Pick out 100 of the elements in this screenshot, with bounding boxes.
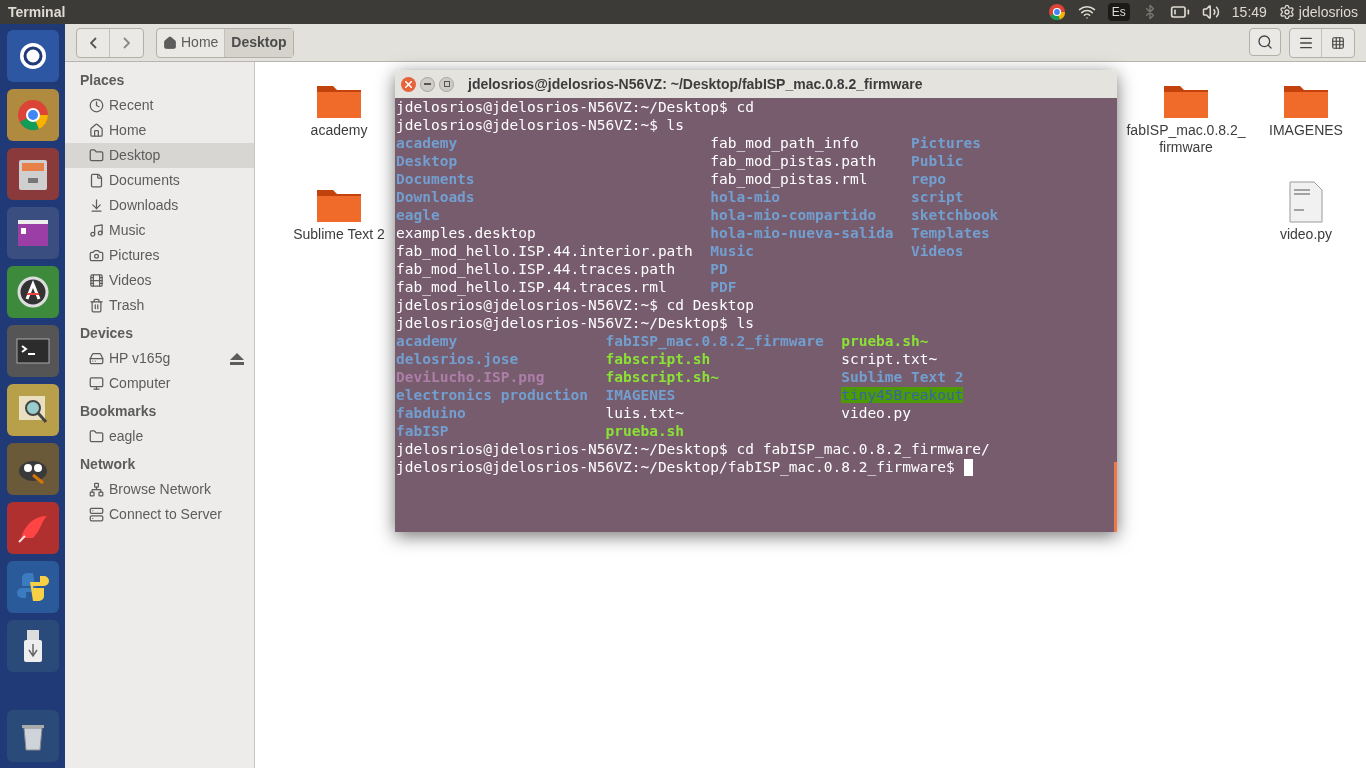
- file-name: prueba.sh: [605, 423, 685, 439]
- sidebar-item[interactable]: Downloads: [65, 193, 254, 218]
- scrollbar-thumb[interactable]: [1114, 462, 1117, 532]
- file-name: video.py: [841, 405, 912, 421]
- launcher-button[interactable]: [6, 443, 59, 495]
- window-title: jdelosrios@jdelosrios-N56VZ: ~/Desktop/fabISP_mac.0.8.2_firmware: [468, 74, 923, 94]
- search-button[interactable]: [1249, 27, 1281, 56]
- file-name: repo: [911, 171, 946, 187]
- wifi-icon[interactable]: [1077, 3, 1096, 21]
- file-name: Music: [710, 243, 754, 259]
- document-icon: [1288, 180, 1324, 224]
- launcher-button[interactable]: [6, 148, 59, 200]
- grid-icon: [1331, 35, 1345, 50]
- eject-icon[interactable]: [230, 352, 244, 365]
- drive-icon: [89, 351, 104, 366]
- file-name: delosrios.jose: [396, 351, 519, 367]
- sidebar-item[interactable]: Recent: [65, 93, 254, 118]
- sidebar-heading: Network: [79, 455, 137, 474]
- sidebar-item[interactable]: Videos: [65, 268, 254, 293]
- settings-icon[interactable]: [1278, 4, 1295, 20]
- file-name: Videos: [911, 243, 964, 259]
- file-name: fabISP_mac.0.8.2_firmware: [605, 333, 824, 349]
- sidebar-item[interactable]: Browse Network: [65, 477, 254, 502]
- sidebar-item[interactable]: Connect to Server: [65, 502, 254, 527]
- file-name: Pictures: [911, 135, 981, 151]
- file-name: examples.desktop: [396, 225, 536, 241]
- terminal-line: jdelosrios@jdelosrios-N56VZ:~/Desktop$ cd: [396, 98, 754, 116]
- launcher-button[interactable]: [6, 561, 59, 613]
- sidebar-heading: Places: [79, 71, 126, 90]
- sidebar-heading: Bookmarks: [79, 402, 158, 421]
- minimize-button[interactable]: [420, 76, 435, 92]
- terminal-line: jdelosrios@jdelosrios-N56VZ:~/Desktop$ cd fabISP_mac.0.8.2_firmware/: [396, 440, 990, 458]
- file-name: Public: [911, 153, 964, 169]
- home-icon: [89, 123, 104, 138]
- launcher-button[interactable]: [6, 30, 59, 82]
- close-button[interactable]: [401, 76, 416, 92]
- clock-icon: [89, 98, 104, 113]
- launcher-button[interactable]: [6, 384, 59, 436]
- server-icon: [89, 507, 104, 522]
- maximize-button[interactable]: [439, 76, 454, 92]
- file-icon: [89, 173, 104, 188]
- file-name: fab_mod_hello.ISP.44.traces.path: [396, 261, 676, 277]
- file-item[interactable]: fabISP_mac.0.8.2_ firmware: [1126, 76, 1246, 156]
- sidebar-item[interactable]: Trash: [65, 293, 254, 318]
- sidebar-item[interactable]: HP v165g: [65, 346, 254, 371]
- file-name: IMAGENES: [605, 387, 676, 403]
- monitor-icon: [89, 376, 104, 391]
- file-name: tiny45Breakout: [841, 387, 964, 403]
- chevron-right-icon: [123, 36, 130, 49]
- keyboard-layout-indicator[interactable]: Es: [1107, 3, 1130, 21]
- file-item[interactable]: video.py: [1246, 180, 1366, 243]
- close-icon: [405, 80, 412, 88]
- file-name: fabscript.sh: [605, 351, 711, 367]
- file-name: eagle: [396, 207, 440, 223]
- camera-icon: [89, 248, 104, 263]
- home-icon: [163, 35, 177, 50]
- file-name: fabISP: [396, 423, 449, 439]
- file-name: luis.txt~: [605, 405, 685, 421]
- volume-icon[interactable]: [1201, 3, 1220, 21]
- file-name: PD: [710, 261, 728, 277]
- breadcrumb-button[interactable]: Desktop: [225, 28, 293, 57]
- sidebar-item[interactable]: Home: [65, 118, 254, 143]
- film-icon: [89, 273, 104, 288]
- music-icon: [89, 223, 104, 238]
- file-name: electronics production: [396, 387, 589, 403]
- folder-icon: [89, 148, 104, 163]
- terminal-line: jdelosrios@jdelosrios-N56VZ:~$ ls: [396, 116, 685, 134]
- file-name: PDF: [710, 279, 737, 295]
- search-icon: [1257, 33, 1273, 50]
- launcher-button[interactable]: [6, 207, 59, 259]
- clock[interactable]: 15:49: [1231, 1, 1267, 23]
- launcher-button[interactable]: [6, 710, 59, 762]
- file-name: fab_mod_path_info: [710, 135, 859, 151]
- sidebar-item[interactable]: Pictures: [65, 243, 254, 268]
- user-name[interactable]: jdelosrios: [1298, 1, 1358, 23]
- file-name: hola-mio: [710, 189, 781, 205]
- file-name: Desktop: [396, 153, 458, 169]
- sidebar-item[interactable]: Music: [65, 218, 254, 243]
- launcher-button[interactable]: [6, 266, 59, 318]
- sidebar-item[interactable]: Documents: [65, 168, 254, 193]
- file-name: hola-mio-compartido: [710, 207, 877, 223]
- file-name: Templates: [911, 225, 990, 241]
- sidebar-item[interactable]: eagle: [65, 424, 254, 449]
- folder-icon: [89, 429, 104, 444]
- window-title: Terminal: [8, 2, 66, 22]
- trash-icon: [89, 298, 104, 313]
- file-name: Downloads: [396, 189, 475, 205]
- download-icon: [89, 198, 104, 213]
- launcher-button[interactable]: [6, 620, 59, 672]
- sidebar-heading: Devices: [79, 324, 134, 343]
- file-name: script: [911, 189, 964, 205]
- file-name: academy: [396, 135, 458, 151]
- file-name: Documents: [396, 171, 475, 187]
- launcher-button[interactable]: [6, 89, 59, 141]
- file-item[interactable]: IMAGENES: [1246, 76, 1366, 156]
- sidebar-item[interactable]: Desktop: [65, 143, 254, 168]
- file-name: Sublime Text 2: [841, 369, 964, 385]
- sidebar-item[interactable]: Computer: [65, 371, 254, 396]
- browser-icon[interactable]: [1047, 3, 1066, 21]
- file-name: fab_mod_pistas.path: [710, 153, 877, 169]
